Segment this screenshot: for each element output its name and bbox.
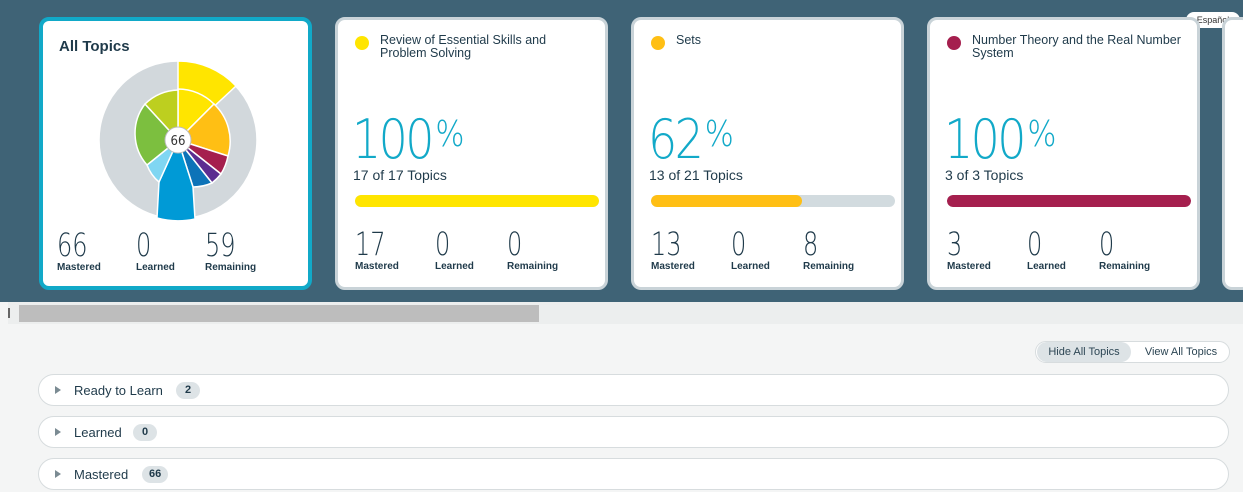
all-topics-card[interactable]: All Topics 66 66 Mastered 0 Learned 59 R… <box>39 17 312 290</box>
stat-learned: 0 Learned <box>731 225 770 272</box>
stat-learned: 0 Learned <box>136 226 175 273</box>
topic-count-text: 3 of 3 Topics <box>945 167 1024 183</box>
stat-mastered: 3 Mastered <box>947 225 991 272</box>
all-topics-title: All Topics <box>59 38 130 55</box>
section-learned[interactable]: Learned 0 <box>38 416 1229 448</box>
section-label: Learned <box>74 425 122 440</box>
topic-progress-fill <box>947 195 1191 207</box>
stat-remaining: 0 Remaining <box>507 225 559 272</box>
topic-progress-fill <box>651 195 803 207</box>
expand-triangle-icon <box>55 386 61 394</box>
scrollbar-thumb[interactable] <box>19 305 539 322</box>
stat-remaining: 8 Remaining <box>803 225 855 272</box>
topic-card-review[interactable]: Review of Essential Skills and Problem S… <box>335 17 608 290</box>
scrollbar-left-marker <box>8 308 10 318</box>
expand-triangle-icon <box>55 428 61 436</box>
topic-card-sets[interactable]: Sets 62% 13 of 21 Topics 13 Mastered 0 L… <box>631 17 904 290</box>
stat-remaining: 59 Remaining <box>205 226 257 273</box>
section-count-badge: 2 <box>176 382 200 399</box>
topic-progress-bar <box>355 195 599 207</box>
stat-learned: 0 Learned <box>1027 225 1066 272</box>
section-mastered[interactable]: Mastered 66 <box>38 458 1229 490</box>
topic-count-text: 17 of 17 Topics <box>353 167 447 183</box>
topics-pie-chart: 66 <box>98 60 258 221</box>
next-topic-card-peek[interactable] <box>1222 17 1243 290</box>
pie-center-count: 66 <box>171 134 186 149</box>
topic-title: Number Theory and the Real Number System <box>972 33 1181 60</box>
stat-remaining: 0 Remaining <box>1099 225 1151 272</box>
topic-title: Review of Essential Skills and Problem S… <box>380 33 547 60</box>
view-all-topics-button[interactable]: View All Topics <box>1134 342 1228 362</box>
topic-progress-fill <box>355 195 599 207</box>
section-count-badge: 66 <box>142 466 169 483</box>
expand-triangle-icon <box>55 470 61 478</box>
section-label: Ready to Learn <box>74 383 163 398</box>
stat-mastered: 66 Mastered <box>57 226 101 273</box>
section-label: Mastered <box>74 467 129 482</box>
stat-learned: 0 Learned <box>435 225 474 272</box>
topic-color-dot <box>355 36 369 50</box>
hide-all-topics-button[interactable]: Hide All Topics <box>1037 342 1131 362</box>
stat-mastered: 17 Mastered <box>355 225 399 272</box>
topic-percent: 100% <box>352 108 465 171</box>
topic-count-text: 13 of 21 Topics <box>649 167 743 183</box>
stat-mastered: 13 Mastered <box>651 225 695 272</box>
topic-percent: 100% <box>944 108 1057 171</box>
topic-card-number-theory[interactable]: Number Theory and the Real Number System… <box>927 17 1200 290</box>
topics-visibility-toggle: Hide All Topics View All Topics <box>1035 341 1230 363</box>
topic-color-dot <box>651 36 665 50</box>
section-ready-to-learn[interactable]: Ready to Learn 2 <box>38 374 1229 406</box>
section-count-badge: 0 <box>133 424 157 441</box>
topic-progress-bar <box>651 195 895 207</box>
topic-color-dot <box>947 36 961 50</box>
topic-percent: 62% <box>648 108 734 171</box>
topic-progress-bar <box>947 195 1191 207</box>
topic-title: Sets <box>676 33 702 47</box>
